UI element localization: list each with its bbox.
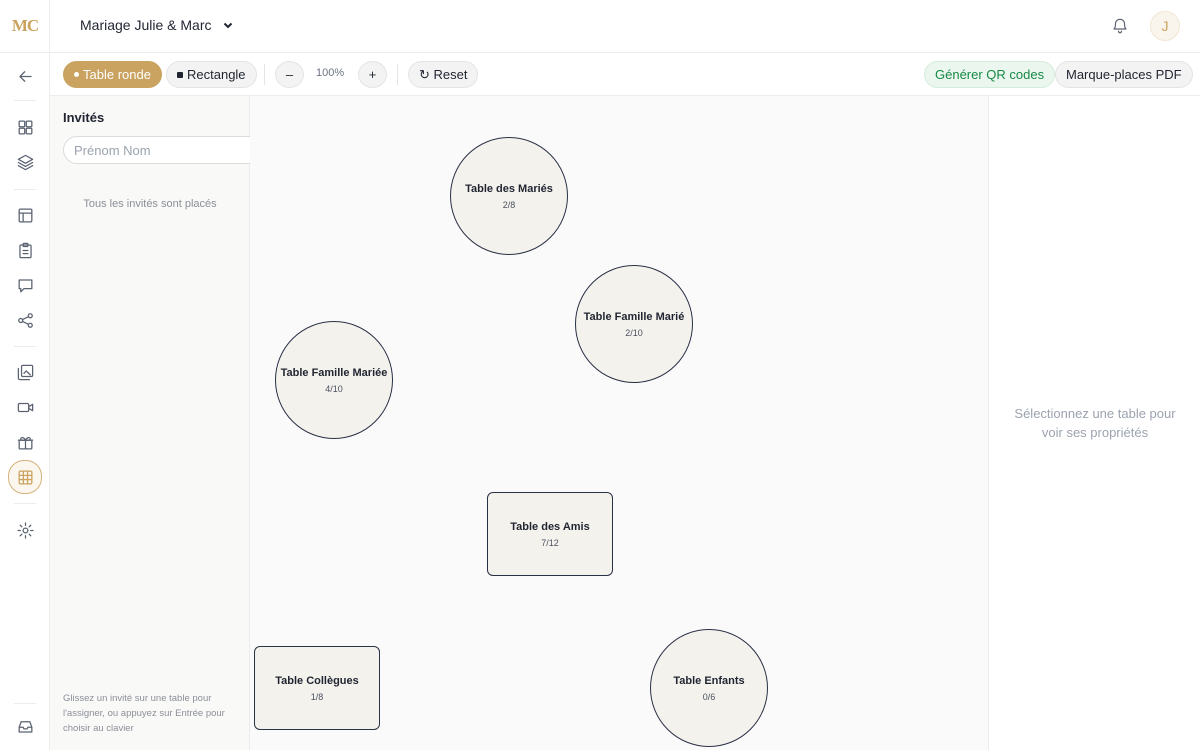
add-rectangle-table-button[interactable]: Rectangle <box>166 61 257 88</box>
event-name: Mariage Julie & Marc <box>80 17 212 33</box>
table-name: Table Famille Mariée <box>280 366 388 379</box>
inbox-icon[interactable] <box>9 710 41 742</box>
square-icon <box>177 71 183 78</box>
place-cards-pdf-button[interactable]: Marque-places PDF <box>1055 61 1193 88</box>
seating-canvas[interactable]: Table des Mariés 2/8 Table Famille Marié… <box>250 96 988 750</box>
reset-view-button[interactable]: ↻ Reset <box>408 61 479 88</box>
properties-empty-state: Sélectionnez une table pour voir ses pro… <box>1014 406 1176 440</box>
toolbar-divider <box>264 64 265 85</box>
table-seat-count: 4/10 <box>325 383 343 394</box>
table-seat-count: 0/6 <box>702 691 716 702</box>
table-name: Table Famille Marié <box>583 310 685 323</box>
rail-divider <box>14 503 36 504</box>
table-seat-count: 7/12 <box>541 537 559 548</box>
guests-title: Invités <box>63 110 105 125</box>
zoom-in-button[interactable]: + <box>358 61 387 88</box>
table-rectangle[interactable]: Table des Amis 7/12 <box>487 492 613 576</box>
zoom-level: 100% <box>316 67 345 79</box>
add-rectangle-table-label: Rectangle <box>187 67 246 82</box>
dashboard-icon[interactable] <box>9 111 41 143</box>
table-seat-count: 2/8 <box>502 199 516 210</box>
clipboard-icon[interactable] <box>9 234 41 266</box>
share-icon[interactable] <box>9 304 41 336</box>
table-round[interactable]: Table Famille Marié 2/10 <box>575 265 693 383</box>
gallery-icon[interactable] <box>9 356 41 388</box>
table-round[interactable]: Table Famille Mariée 4/10 <box>275 321 393 439</box>
add-round-table-button[interactable]: Table ronde <box>63 61 162 88</box>
table-name: Table des Amis <box>510 520 590 533</box>
notifications-bell-icon[interactable] <box>1108 14 1132 38</box>
rail-divider <box>14 346 36 347</box>
table-seat-count: 1/8 <box>310 691 324 702</box>
rail-divider <box>14 189 36 190</box>
gift-icon[interactable] <box>9 426 41 458</box>
toolbar-divider <box>397 64 398 85</box>
add-round-table-label: Table ronde <box>83 67 151 82</box>
brand-logo[interactable]: MC <box>0 0 50 53</box>
table-properties-panel: Sélectionnez une table pour voir ses pro… <box>988 96 1200 750</box>
generate-qr-codes-button[interactable]: Générer QR codes <box>924 61 1056 88</box>
drag-hint: Glissez un invité sur une table pour l'a… <box>63 693 225 734</box>
seating-grid-icon[interactable] <box>8 460 42 494</box>
app-rail: MC <box>0 0 50 750</box>
table-name: Table Collègues <box>275 674 359 687</box>
table-name: Table Enfants <box>673 674 745 687</box>
round-dot-icon <box>74 72 79 77</box>
chevron-down-icon <box>223 22 232 29</box>
guest-name-input[interactable] <box>63 136 263 164</box>
zoom-out-button[interactable]: – <box>275 61 304 88</box>
table-round[interactable]: Table des Mariés 2/8 <box>450 137 568 255</box>
rail-divider <box>14 703 36 704</box>
back-arrow-icon[interactable] <box>9 60 41 92</box>
rail-divider <box>14 100 36 101</box>
top-header: Mariage Julie & Marc J <box>50 0 1200 53</box>
table-seat-count: 2/10 <box>625 327 643 338</box>
guests-panel: Invités Tous les invités sont placés Gli… <box>50 96 263 750</box>
all-guests-placed-message: Tous les invités sont placés <box>83 198 217 210</box>
table-rectangle[interactable]: Table Collègues 1/8 <box>254 646 380 730</box>
table-round[interactable]: Table Enfants 0/6 <box>650 629 768 747</box>
settings-icon[interactable] <box>9 514 41 546</box>
seating-toolbar: Table ronde Rectangle – 100% + ↻ Reset G… <box>50 53 1200 96</box>
layout-icon[interactable] <box>9 199 41 231</box>
user-avatar[interactable]: J <box>1150 11 1180 41</box>
chat-icon[interactable] <box>9 269 41 301</box>
layers-icon[interactable] <box>9 146 41 178</box>
event-selector[interactable]: Mariage Julie & Marc <box>80 17 234 33</box>
table-name: Table des Mariés <box>465 182 553 195</box>
video-icon[interactable] <box>9 391 41 423</box>
